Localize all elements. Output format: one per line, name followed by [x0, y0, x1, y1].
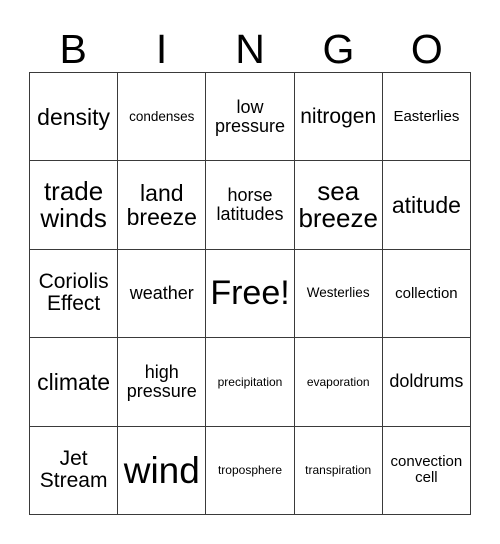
bingo-cell-i5[interactable]: wind — [118, 426, 207, 515]
bingo-cell-o1[interactable]: Easterlies — [382, 73, 471, 162]
bingo-cell-label: precipitation — [217, 374, 283, 389]
bingo-cell-label: doldrums — [389, 371, 464, 392]
bingo-free-space-label: Free! — [210, 274, 290, 313]
bingo-cell-b4[interactable]: climate — [30, 338, 119, 427]
bingo-cell-label: climate — [37, 368, 111, 395]
header-letter-n: N — [235, 26, 265, 72]
bingo-cell-label: density — [37, 103, 111, 130]
bingo-cell-label: land breeze — [126, 179, 197, 231]
bingo-cell-g3[interactable]: Westerlies — [294, 249, 383, 339]
bingo-cell-i4[interactable]: high pressure — [118, 338, 207, 427]
bingo-cell-i3[interactable]: weather — [118, 249, 207, 339]
bingo-cell-o3[interactable]: collection — [382, 249, 471, 339]
bingo-cell-label: Westerlies — [306, 285, 370, 301]
bingo-cell-n1[interactable]: low pressure — [206, 73, 295, 162]
bingo-cell-label: wind — [123, 449, 200, 491]
header-letter-o: O — [410, 26, 443, 72]
bingo-cell-b3[interactable]: Coriolis Effect — [30, 249, 119, 339]
bingo-cell-b2[interactable]: trade winds — [30, 161, 119, 250]
bingo-grid: density condenses low pressure nitrogen … — [29, 72, 471, 515]
bingo-cell-n5[interactable]: troposphere — [206, 426, 295, 515]
bingo-cell-label: weather — [129, 282, 194, 303]
bingo-cell-n4[interactable]: precipitation — [206, 338, 295, 427]
bingo-cell-g4[interactable]: evaporation — [294, 338, 383, 427]
bingo-cell-label: trade winds — [40, 175, 107, 234]
bingo-cell-o2[interactable]: atitude — [382, 161, 471, 250]
bingo-cell-label: collection — [395, 284, 458, 302]
bingo-card: B I N G O density condenses low pressure… — [0, 0, 500, 544]
bingo-header-row: B I N G O — [29, 16, 471, 72]
bingo-cell-label: sea breeze — [298, 175, 378, 234]
bingo-cell-label: Jet Stream — [39, 447, 108, 493]
bingo-cell-o5[interactable]: convection cell — [382, 426, 471, 515]
bingo-cell-i2[interactable]: land breeze — [118, 161, 207, 250]
bingo-cell-label: convection cell — [390, 453, 463, 487]
bingo-cell-label: atitude — [391, 191, 461, 218]
bingo-cell-label: high pressure — [126, 361, 197, 401]
bingo-cell-n2[interactable]: horse latitudes — [206, 161, 295, 250]
bingo-cell-i1[interactable]: condenses — [118, 73, 207, 162]
bingo-cell-label: Coriolis Effect — [38, 270, 109, 316]
bingo-cell-g1[interactable]: nitrogen — [294, 73, 383, 162]
header-letter-b: B — [59, 26, 87, 72]
bingo-cell-label: evaporation — [306, 374, 370, 389]
bingo-cell-label: horse latitudes — [216, 185, 284, 225]
bingo-cell-g5[interactable]: transpiration — [294, 426, 383, 515]
bingo-cell-b1[interactable]: density — [30, 73, 119, 162]
bingo-cell-label: transpiration — [305, 462, 372, 477]
header-letter-i: I — [155, 26, 168, 72]
bingo-cell-label: nitrogen — [300, 104, 377, 128]
bingo-cell-label: low pressure — [214, 96, 285, 136]
bingo-cell-label: condenses — [129, 108, 195, 124]
bingo-cell-g2[interactable]: sea breeze — [294, 161, 383, 250]
header-letter-g: G — [322, 26, 355, 72]
bingo-cell-free-space[interactable]: Free! — [206, 249, 295, 339]
bingo-cell-o4[interactable]: doldrums — [382, 338, 471, 427]
bingo-cell-b5[interactable]: Jet Stream — [30, 426, 119, 515]
bingo-cell-label: troposphere — [217, 462, 283, 477]
bingo-cell-label: Easterlies — [393, 107, 460, 125]
